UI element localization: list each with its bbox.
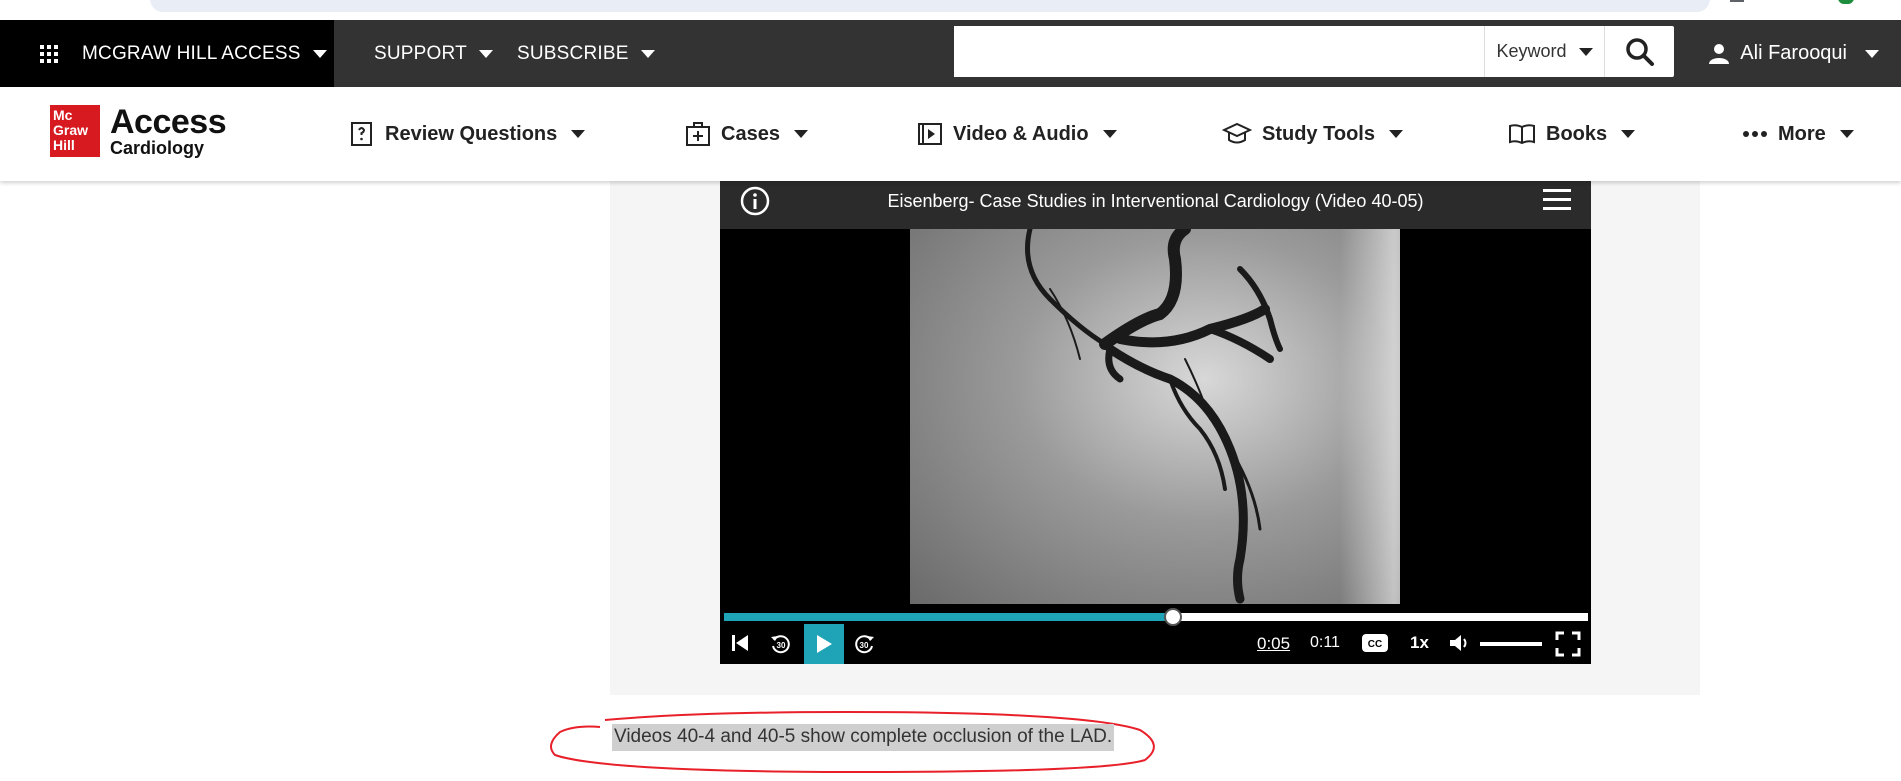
graduation-cap-icon bbox=[1222, 122, 1252, 144]
subscribe-label: SUBSCRIBE bbox=[517, 42, 629, 64]
search-icon bbox=[1625, 37, 1654, 66]
ellipsis-icon bbox=[1743, 131, 1767, 137]
rewind-30-button[interactable]: 30 bbox=[770, 633, 792, 655]
video-title: Eisenberg- Case Studies in Interventiona… bbox=[887, 191, 1424, 211]
nav-review-questions-label: Review Questions bbox=[385, 122, 558, 145]
search-scope-select[interactable]: Keyword bbox=[1484, 26, 1604, 77]
hamburger-menu-icon[interactable] bbox=[1543, 189, 1571, 211]
fullscreen-icon bbox=[1555, 631, 1581, 657]
chevron-down-icon bbox=[1578, 47, 1593, 56]
video-player: Eisenberg- Case Studies in Interventiona… bbox=[720, 181, 1591, 664]
user-menu[interactable]: Ali Farooqui bbox=[1708, 20, 1879, 87]
open-book-icon bbox=[1509, 124, 1535, 145]
nav-books[interactable]: Books bbox=[1508, 87, 1636, 181]
nav-more-label: More bbox=[1778, 122, 1826, 145]
chevron-down-icon bbox=[1621, 130, 1636, 138]
angiogram-vessels bbox=[1025, 229, 1283, 604]
forward-30-button[interactable]: 30 bbox=[853, 633, 875, 655]
video-caption: Videos 40-4 and 40-5 show complete occlu… bbox=[612, 724, 1115, 751]
skip-to-start-button[interactable] bbox=[730, 633, 750, 653]
rewind-30-icon: 30 bbox=[771, 635, 790, 654]
play-icon bbox=[817, 635, 832, 653]
nav-study-tools-label: Study Tools bbox=[1262, 122, 1375, 145]
nav-video-audio-label: Video & Audio bbox=[953, 122, 1089, 145]
captions-button[interactable]: CC bbox=[1362, 634, 1388, 652]
current-time[interactable]: 0:05 bbox=[1257, 634, 1290, 654]
rewind-30-label: 30 bbox=[777, 641, 786, 650]
user-icon bbox=[1709, 43, 1730, 64]
support-menu[interactable]: SUPPORT bbox=[374, 20, 493, 87]
volume-slider[interactable] bbox=[1480, 642, 1542, 646]
progress-fill bbox=[724, 613, 1174, 621]
brand-label: MCGRAW HILL ACCESS bbox=[82, 42, 301, 64]
nav-cases[interactable]: Cases bbox=[685, 87, 808, 181]
access-cardiology-logo[interactable]: Mc Graw Hill Access Cardiology bbox=[50, 103, 227, 158]
support-label: SUPPORT bbox=[374, 42, 467, 64]
search-button[interactable] bbox=[1604, 26, 1674, 77]
logo-wordmark: Access Cardiology bbox=[110, 103, 227, 158]
chevron-down-icon bbox=[312, 49, 327, 58]
captions-label: CC bbox=[1368, 639, 1382, 650]
playback-speed[interactable]: 1x bbox=[1410, 633, 1429, 653]
chevron-down-icon bbox=[1102, 130, 1117, 138]
chevron-down-icon bbox=[571, 130, 586, 138]
skip-to-start-icon bbox=[732, 635, 748, 651]
forward-30-label: 30 bbox=[860, 641, 869, 650]
chevron-down-icon bbox=[1388, 130, 1403, 138]
search-input[interactable] bbox=[954, 26, 1484, 77]
chevron-down-icon bbox=[1865, 49, 1879, 58]
browser-address-bar[interactable] bbox=[150, 0, 1710, 12]
progress-handle[interactable] bbox=[1164, 608, 1183, 626]
logo-subtitle: Cardiology bbox=[110, 138, 205, 158]
play-button[interactable] bbox=[804, 624, 844, 664]
nav-books-label: Books bbox=[1546, 122, 1608, 145]
nav-cases-label: Cases bbox=[721, 122, 780, 145]
product-nav: Mc Graw Hill Access Cardiology Review Ques… bbox=[0, 87, 1901, 181]
video-frame-angiogram[interactable] bbox=[910, 229, 1400, 604]
mcgraw-hill-logo: Mc Graw Hill bbox=[50, 105, 100, 157]
subscribe-menu[interactable]: SUBSCRIBE bbox=[517, 20, 655, 87]
browser-tab-icon[interactable] bbox=[1730, 0, 1744, 2]
global-header: MCGRAW HILL ACCESS SUPPORT SUBSCRIBE Key… bbox=[0, 20, 1901, 87]
duration: 0:11 bbox=[1310, 634, 1340, 651]
forward-30-icon: 30 bbox=[855, 635, 874, 654]
question-book-icon bbox=[351, 122, 372, 146]
video-icon bbox=[918, 123, 942, 145]
user-name: Ali Farooqui bbox=[1740, 42, 1847, 64]
closed-captions-icon: CC bbox=[1362, 634, 1388, 652]
brand-menu[interactable]: MCGRAW HILL ACCESS bbox=[0, 20, 334, 87]
browser-toolbar-strip bbox=[0, 0, 1901, 20]
nav-review-questions[interactable]: Review Questions bbox=[349, 87, 586, 181]
progress-bar[interactable] bbox=[724, 608, 1588, 626]
medkit-icon bbox=[686, 122, 710, 146]
player-title-bar: Eisenberg- Case Studies in Interventiona… bbox=[720, 181, 1591, 229]
apps-grid-icon bbox=[40, 44, 58, 63]
player-controls: 30 30 0:05 0:11 CC 1x bbox=[720, 604, 1591, 664]
browser-extension-icon[interactable] bbox=[1838, 0, 1854, 4]
search-bar: Keyword bbox=[954, 26, 1674, 77]
volume-icon bbox=[1450, 635, 1467, 651]
nav-study-tools[interactable]: Study Tools bbox=[1222, 87, 1403, 181]
chevron-down-icon bbox=[1839, 130, 1854, 138]
search-scope-label: Keyword bbox=[1496, 41, 1567, 61]
nav-more[interactable]: More bbox=[1742, 87, 1854, 181]
chevron-down-icon bbox=[478, 49, 493, 58]
nav-video-audio[interactable]: Video & Audio bbox=[917, 87, 1117, 181]
fullscreen-button[interactable] bbox=[1555, 631, 1581, 657]
logo-title: Access bbox=[110, 103, 227, 141]
chevron-down-icon bbox=[640, 49, 655, 58]
chevron-down-icon bbox=[793, 130, 808, 138]
mute-button[interactable] bbox=[1449, 633, 1471, 653]
